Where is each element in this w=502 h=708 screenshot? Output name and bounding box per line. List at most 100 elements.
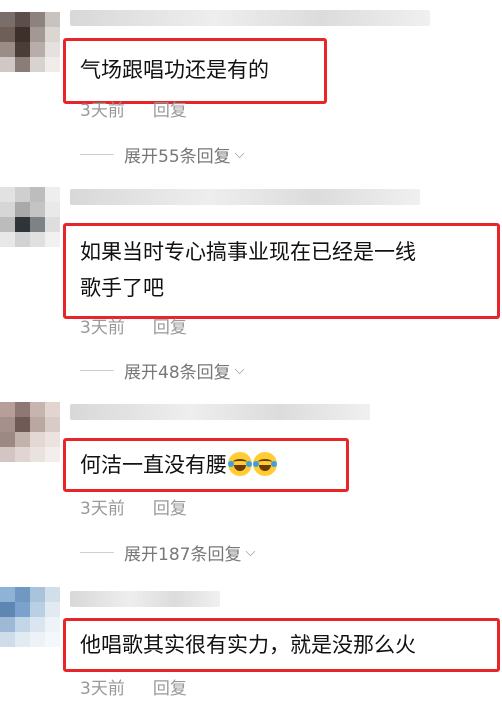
- avatar[interactable]: [0, 402, 60, 462]
- comment-time: 3天前: [80, 101, 125, 121]
- avatar-pixel: [45, 202, 60, 217]
- avatar-pixel: [15, 187, 30, 202]
- comment-time: 3天前: [80, 318, 125, 338]
- avatar-pixel: [15, 42, 30, 57]
- divider-line: [80, 552, 114, 553]
- avatar[interactable]: [0, 187, 60, 247]
- avatar-pixel: [15, 632, 30, 647]
- comment-item: 他唱歌其实很有实力，就是没那么火 3天前 回复: [0, 585, 502, 708]
- avatar-pixel: [30, 57, 45, 72]
- avatar-pixel: [15, 617, 30, 632]
- comment-text-body: 何洁一直没有腰: [80, 453, 227, 477]
- avatar-pixel: [30, 232, 45, 247]
- avatar-pixel: [15, 57, 30, 72]
- avatar-pixel: [45, 42, 60, 57]
- avatar-pixel: [45, 12, 60, 27]
- avatar-pixel: [45, 217, 60, 232]
- avatar-pixel: [45, 187, 60, 202]
- avatar-pixel: [30, 402, 45, 417]
- comment-time: 3天前: [80, 499, 125, 519]
- rolling-laughing-emoji-icon: [253, 452, 277, 476]
- avatar-pixel: [0, 27, 15, 42]
- avatar-pixel: [45, 57, 60, 72]
- username-blurred: [70, 189, 420, 205]
- comment-text: 何洁一直没有腰: [80, 447, 277, 483]
- avatar[interactable]: [0, 12, 60, 72]
- avatar-pixel: [30, 202, 45, 217]
- avatar-pixel: [15, 217, 30, 232]
- avatar-pixel: [30, 217, 45, 232]
- avatar-pixel: [45, 617, 60, 632]
- comment-text: 如果当时专心搞事业现在已经是一线 歌手了吧: [80, 240, 416, 300]
- comment-meta: 3天前 回复: [80, 313, 187, 338]
- comment-text: 他唱歌其实很有实力，就是没那么火: [80, 633, 416, 657]
- avatar-pixel: [45, 602, 60, 617]
- avatar-pixel: [45, 632, 60, 647]
- expand-replies-button[interactable]: 展开55条回复 ⌵: [80, 142, 245, 167]
- avatar-pixel: [15, 447, 30, 462]
- avatar-pixel: [45, 402, 60, 417]
- avatar-pixel: [45, 447, 60, 462]
- avatar-pixel: [30, 42, 45, 57]
- avatar-pixel: [30, 12, 45, 27]
- avatar-pixel: [0, 417, 15, 432]
- avatar-pixel: [0, 617, 15, 632]
- expand-replies-button[interactable]: 展开187条回复 ⌵: [80, 540, 255, 565]
- expand-replies-label: 展开187条回复: [124, 545, 242, 565]
- chevron-down-icon: ⌵: [234, 363, 245, 378]
- avatar-pixel: [15, 602, 30, 617]
- avatar-pixel: [15, 402, 30, 417]
- avatar-pixel: [30, 417, 45, 432]
- avatar-pixel: [0, 602, 15, 617]
- comment-meta: 3天前 回复: [80, 96, 187, 121]
- reply-button[interactable]: 回复: [153, 679, 187, 699]
- highlight-box: 何洁一直没有腰: [63, 438, 349, 492]
- avatar-pixel: [0, 402, 15, 417]
- username-blurred: [70, 404, 370, 420]
- expand-replies-label: 展开48条回复: [124, 363, 231, 383]
- comment-item: 气场跟唱功还是有的 3天前 回复 展开55条回复 ⌵: [0, 0, 502, 175]
- avatar-pixel: [30, 27, 45, 42]
- avatar-pixel: [0, 12, 15, 27]
- avatar-pixel: [30, 602, 45, 617]
- highlight-box: 如果当时专心搞事业现在已经是一线 歌手了吧: [63, 223, 500, 319]
- divider-line: [80, 370, 114, 371]
- comment-meta: 3天前 回复: [80, 494, 187, 519]
- avatar-pixel: [15, 202, 30, 217]
- avatar-pixel: [45, 232, 60, 247]
- avatar-pixel: [45, 417, 60, 432]
- comment-time: 3天前: [80, 679, 125, 699]
- expand-replies-label: 展开55条回复: [124, 147, 231, 167]
- avatar-pixel: [45, 587, 60, 602]
- avatar-pixel: [15, 587, 30, 602]
- avatar-pixel: [0, 42, 15, 57]
- username-blurred: [70, 591, 220, 607]
- comment-item: 何洁一直没有腰 3天前 回复 展开187条回复 ⌵: [0, 390, 502, 585]
- avatar-pixel: [0, 57, 15, 72]
- avatar-pixel: [0, 232, 15, 247]
- comment-meta: 3天前 回复: [80, 674, 187, 699]
- avatar-pixel: [0, 632, 15, 647]
- divider-line: [80, 154, 114, 155]
- reply-button[interactable]: 回复: [153, 499, 187, 519]
- avatar-pixel: [0, 217, 15, 232]
- avatar-pixel: [30, 187, 45, 202]
- reply-button[interactable]: 回复: [153, 318, 187, 338]
- avatar-pixel: [30, 587, 45, 602]
- chevron-down-icon: ⌵: [234, 147, 245, 162]
- avatar-pixel: [0, 587, 15, 602]
- comment-text: 气场跟唱功还是有的: [80, 58, 269, 82]
- avatar-pixel: [15, 417, 30, 432]
- highlight-box: 他唱歌其实很有实力，就是没那么火: [63, 618, 500, 672]
- avatar-pixel: [15, 12, 30, 27]
- avatar[interactable]: [0, 587, 60, 647]
- avatar-pixel: [0, 447, 15, 462]
- avatar-pixel: [0, 432, 15, 447]
- expand-replies-button[interactable]: 展开48条回复 ⌵: [80, 358, 245, 383]
- avatar-pixel: [0, 202, 15, 217]
- avatar-pixel: [30, 617, 45, 632]
- reply-button[interactable]: 回复: [153, 101, 187, 121]
- avatar-pixel: [15, 432, 30, 447]
- avatar-pixel: [30, 632, 45, 647]
- comment-item: 如果当时专心搞事业现在已经是一线 歌手了吧 3天前 回复 展开48条回复 ⌵: [0, 175, 502, 390]
